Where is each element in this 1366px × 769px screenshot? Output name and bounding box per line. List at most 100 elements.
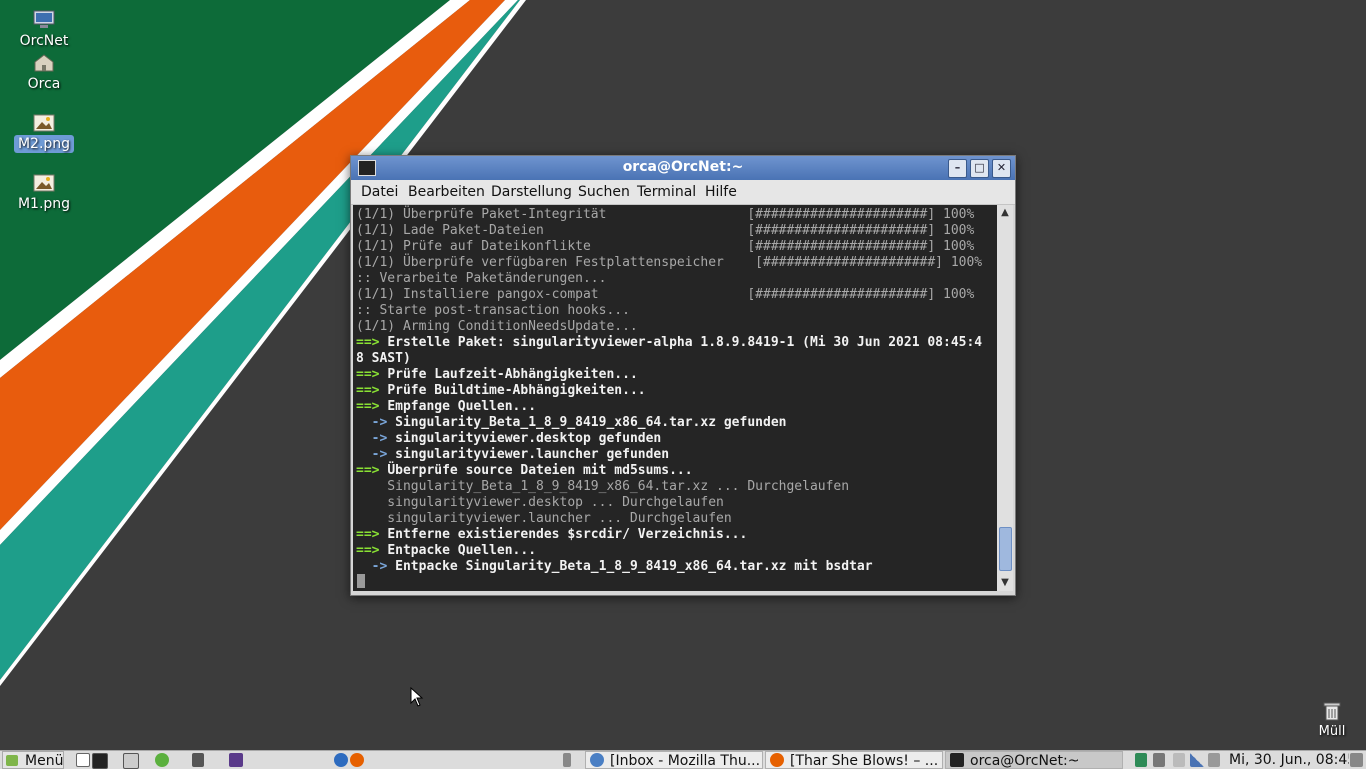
terminal-line: singularityviewer.desktop ... Durchgelau… (356, 495, 724, 510)
terminal-icon (950, 753, 964, 767)
main-arrow: ==> (356, 543, 388, 558)
sub-arrow: -> (356, 447, 396, 462)
menu-terminal[interactable]: Terminal (637, 184, 696, 200)
trash-label: Müll (1318, 724, 1346, 739)
file-manager-launcher-icon[interactable] (123, 753, 139, 769)
scroll-thumb[interactable] (999, 527, 1012, 571)
desktop-icon-m2[interactable]: M2.png (8, 113, 80, 153)
terminal-output[interactable]: (1/1) Überprüfe Paket-Integrität [######… (353, 205, 997, 591)
menu-datei[interactable]: Datei (361, 184, 398, 200)
minimize-button[interactable]: – (948, 159, 967, 178)
terminal-line: ==> Prüfe Laufzeit-Abhängigkeiten... (356, 367, 638, 383)
calculator-launcher-icon[interactable] (192, 753, 204, 767)
terminal-line: ==> Empfange Quellen... (356, 399, 536, 415)
menu-bar: Datei Bearbeiten Darstellung Suchen Term… (351, 180, 1015, 205)
terminal-line-text: Entpacke Quellen... (387, 543, 537, 558)
app-launcher-icon[interactable] (229, 753, 243, 767)
scroll-up-arrow-icon[interactable]: ▲ (997, 205, 1013, 221)
main-arrow: ==> (356, 367, 388, 382)
task-label: orca@OrcNet:~ (970, 753, 1080, 769)
taskbar: Menü [Inbox - Mozilla Thu... [Thar She B… (0, 750, 1366, 769)
maximize-button[interactable]: □ (970, 159, 989, 178)
mint-logo-icon (6, 755, 18, 766)
scroll-down-arrow-icon[interactable]: ▼ (997, 575, 1013, 591)
shield-icon[interactable] (1173, 753, 1185, 767)
terminal-line: -> singularityviewer.desktop gefunden (356, 431, 662, 447)
menu-darstellung[interactable]: Darstellung (491, 184, 572, 200)
network-signal-icon[interactable] (1190, 753, 1204, 767)
sub-arrow: -> (356, 415, 396, 430)
desktop-icon-orca[interactable]: Orca (8, 53, 80, 93)
terminal-line: Singularity_Beta_1_8_9_8419_x86_64.tar.x… (356, 479, 850, 494)
home-folder-icon (34, 54, 54, 72)
main-arrow: ==> (356, 399, 388, 414)
terminal-line: (1/1) Arming ConditionNeedsUpdate... (356, 319, 638, 334)
task-button-firefox[interactable]: [Thar She Blows! – ... (765, 751, 943, 769)
terminal-line-text: Entferne existierendes $srcdir/ Verzeich… (387, 527, 748, 542)
menu-suchen[interactable]: Suchen (578, 184, 630, 200)
terminal-line: (1/1) Prüfe auf Dateikonflikte [########… (356, 239, 975, 254)
terminal-line-text: singularityviewer.launcher gefunden (395, 447, 670, 462)
window-titlebar[interactable]: orca@OrcNet:~ – □ ✕ (351, 156, 1015, 180)
workspace-icon[interactable] (1350, 753, 1363, 767)
task-button-thunderbird[interactable]: [Inbox - Mozilla Thu... (585, 751, 763, 769)
terminal-line-text: Entpacke Singularity_Beta_1_8_9_8419_x86… (395, 559, 873, 574)
desktop-icon-label: Orca (27, 76, 61, 92)
terminal-line: :: Verarbeite Paketänderungen... (356, 271, 607, 286)
terminal-line: (1/1) Überprüfe verfügbaren Festplattens… (356, 255, 983, 270)
mouse-pointer-icon (410, 687, 424, 707)
clipboard-icon[interactable] (1208, 753, 1220, 767)
menu-bearbeiten[interactable]: Bearbeiten (408, 184, 485, 200)
terminal-line-text: singularityviewer.desktop gefunden (395, 431, 662, 446)
computer-icon (33, 10, 55, 28)
window-title: orca@OrcNet:~ (622, 159, 744, 175)
terminal-line: (1/1) Überprüfe Paket-Integrität [######… (356, 207, 975, 222)
firefox-launcher-icon[interactable] (350, 753, 364, 767)
terminal-launcher-icon[interactable] (92, 753, 108, 769)
terminal-line: (1/1) Installiere pangox-compat [#######… (356, 287, 975, 302)
terminal-line: ==> Entpacke Quellen... (356, 543, 536, 559)
window-list-handle-icon[interactable] (563, 753, 571, 767)
terminal-line-text: Empfange Quellen... (387, 399, 537, 414)
start-menu-button[interactable]: Menü (2, 751, 64, 769)
close-button[interactable]: ✕ (992, 159, 1011, 178)
image-file-icon (33, 174, 55, 192)
desktop-icon-orcnet[interactable]: OrcNet (8, 10, 80, 50)
terminal-line: -> Entpacke Singularity_Beta_1_8_9_8419_… (356, 559, 873, 575)
volume-icon[interactable] (1153, 753, 1165, 767)
terminal-line-text: Erstelle Paket: singularityviewer-alpha … (387, 335, 983, 350)
terminal-line-text: Prüfe Laufzeit-Abhängigkeiten... (387, 367, 638, 382)
trash-desktop-icon[interactable]: Müll (1312, 700, 1352, 739)
main-arrow: ==> (356, 463, 388, 478)
terminal-line: ==> Entferne existierendes $srcdir/ Verz… (356, 527, 747, 543)
firefox-icon (770, 753, 784, 767)
terminal-line-text: Singularity_Beta_1_8_9_8419_x86_64.tar.x… (395, 415, 787, 430)
start-menu-label: Menü (25, 753, 64, 769)
network-launcher-icon[interactable] (155, 753, 169, 767)
terminal-line-text: Überprüfe source Dateien mit md5sums... (387, 463, 693, 478)
clock[interactable]: Mi, 30. Jun., 08:45 (1229, 751, 1349, 769)
thunderbird-icon (590, 753, 604, 767)
main-arrow: ==> (356, 383, 388, 398)
terminal-line: ==> Überprüfe source Dateien mit md5sums… (356, 463, 693, 479)
terminal-window[interactable]: orca@OrcNet:~ – □ ✕ Datei Bearbeiten Dar… (350, 155, 1016, 596)
desktop-icon-label: M2.png (13, 135, 75, 153)
task-label: [Thar She Blows! – ... (790, 753, 939, 769)
menu-hilfe[interactable]: Hilfe (705, 184, 737, 200)
vertical-scrollbar[interactable]: ▲ ▼ (997, 205, 1013, 591)
desktop-icon-label: OrcNet (19, 33, 69, 49)
terminal-line: singularityviewer.launcher ... Durchgela… (356, 511, 732, 526)
desktop-icon-m1[interactable]: M1.png (8, 173, 80, 213)
terminal-cursor (357, 574, 365, 588)
sub-arrow: -> (356, 559, 396, 574)
terminal-line-text: Prüfe Buildtime-Abhängigkeiten... (387, 383, 646, 398)
thunderbird-launcher-icon[interactable] (334, 753, 348, 767)
terminal-line: (1/1) Lade Paket-Dateien [##############… (356, 223, 975, 238)
update-manager-icon[interactable] (1135, 753, 1147, 767)
terminal-line: -> Singularity_Beta_1_8_9_8419_x86_64.ta… (356, 415, 787, 431)
task-button-terminal[interactable]: orca@OrcNet:~ (945, 751, 1123, 769)
show-desktop-icon[interactable] (76, 753, 90, 767)
main-arrow: ==> (356, 335, 388, 350)
image-file-icon (33, 114, 55, 132)
terminal-line: ==> Erstelle Paket: singularityviewer-al… (356, 335, 982, 351)
